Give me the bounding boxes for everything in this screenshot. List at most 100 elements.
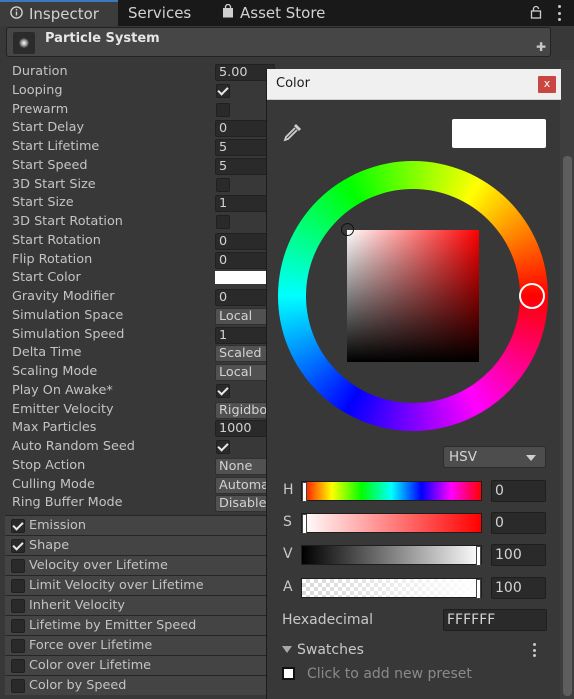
module-header[interactable]: Inherit Velocity [5,595,280,615]
sv-handle[interactable] [341,223,354,236]
property-label: Ring Buffer Mode [12,495,123,511]
preset-swatch[interactable] [282,667,295,680]
property-label: Duration [12,64,68,79]
property-checkbox[interactable] [216,102,230,117]
value-slider-knob[interactable] [476,546,481,566]
module-label: Lifetime by Emitter Speed [29,618,197,633]
property-label: Looping [12,82,63,98]
close-button[interactable]: x [538,76,556,93]
tab-inspector[interactable]: Inspector [0,0,118,26]
module-header[interactable]: Color by Speed [5,675,280,695]
property-row: Simulation Space Local [0,307,275,325]
property-label: Delta Time [12,345,82,361]
value-slider[interactable] [301,545,482,566]
swatches-foldout[interactable]: Swatches [282,642,364,658]
module-label: Emission [29,518,86,533]
property-checkbox[interactable] [216,83,230,98]
hue-handle[interactable] [519,283,545,309]
module-enable-checkbox[interactable] [11,619,25,633]
module-enable-checkbox[interactable] [11,659,25,673]
module-label: Color by Speed [29,678,127,693]
color-picker-titlebar[interactable]: Color x [267,69,561,100]
property-row: Play On Awake* [0,382,270,400]
module-enable-checkbox[interactable] [11,579,25,593]
slider-row-v: V 100 [267,543,561,567]
color-preview-swatch[interactable] [452,119,546,148]
property-row: Stop Action None [0,457,275,475]
alpha-gradient [302,579,481,597]
scrollbar-thumb[interactable] [563,156,572,696]
slider-label-a: A [283,579,293,595]
property-row: Gravity Modifier 0 [0,288,275,306]
hex-label: Hexadecimal [282,612,373,628]
saturation-slider[interactable] [301,513,482,534]
alpha-slider-knob[interactable] [476,579,481,599]
hue-slider-knob[interactable] [302,482,307,502]
module-enable-checkbox[interactable] [11,559,25,573]
tab-services[interactable]: Services [124,0,214,26]
slider-label-s: S [283,514,292,530]
property-row: 3D Start Size [0,176,270,194]
alpha-slider[interactable] [301,578,482,599]
module-enable-checkbox[interactable] [11,639,25,653]
property-row: Flip Rotation 0 [0,251,275,269]
alpha-value-field[interactable]: 100 [491,577,546,599]
module-header[interactable]: Lifetime by Emitter Speed [5,615,280,635]
particle-system-header[interactable]: Particle System ✚ [6,27,551,57]
module-enable-checkbox[interactable] [11,539,25,553]
saturation-value-field[interactable]: 0 [491,512,546,534]
module-enable-checkbox[interactable] [11,519,25,533]
module-label: Color over Lifetime [29,658,152,673]
module-enable-checkbox[interactable] [11,599,25,613]
property-row: Start Speed 5 [0,157,275,175]
property-label: Auto Random Seed [12,439,135,454]
module-header[interactable]: Shape [5,535,280,555]
module-label: Shape [29,538,70,553]
swatches-menu-icon[interactable] [532,643,536,657]
property-label: Start Delay [12,120,85,136]
saturation-value-square[interactable] [347,230,479,362]
property-checkbox[interactable] [216,383,230,398]
module-label: Limit Velocity over Lifetime [29,578,204,593]
module-enable-checkbox[interactable] [11,679,25,693]
property-row: Max Particles 1000 [0,419,275,438]
value-value-field[interactable]: 100 [491,544,546,566]
property-checkbox[interactable] [216,215,230,229]
add-curve-icon[interactable]: ✚ [536,40,546,54]
module-label: Velocity over Lifetime [29,558,168,573]
property-row: Start Size 1 [0,194,275,213]
property-row: Simulation Speed 1 [0,326,275,344]
eyedropper-icon[interactable] [282,121,304,143]
chevron-down-icon [526,455,536,461]
inspector-scrollbar[interactable] [560,60,574,699]
property-checkbox[interactable] [216,177,230,192]
more-options-icon[interactable] [554,5,564,21]
color-mode-dropdown[interactable]: HSV [443,446,546,468]
property-label: Start Rotation [12,232,101,248]
property-label: Simulation Speed [12,326,125,342]
shopping-bag-icon [222,3,234,22]
tab-label: Services [128,4,192,22]
property-row: Duration 5.00 [0,63,275,81]
module-header[interactable]: Force over Lifetime [5,635,280,655]
slider-row-a: A 100 [267,576,561,600]
hex-input[interactable]: FFFFFF [443,609,547,631]
property-label: 3D Start Rotation [12,214,123,229]
hue-slider[interactable] [301,481,482,502]
tab-asset-store[interactable]: Asset Store [222,0,332,26]
property-label: 3D Start Size [12,176,96,192]
module-header[interactable]: Emission [5,515,280,535]
saturation-slider-knob[interactable] [302,514,307,534]
add-preset-label[interactable]: Click to add new preset [307,666,472,682]
module-header[interactable]: Velocity over Lifetime [5,555,280,575]
lock-icon[interactable] [530,5,542,19]
module-header[interactable]: Color over Lifetime [5,655,280,675]
property-row: Emitter VelocityRigidbody [0,401,275,419]
module-header[interactable]: Limit Velocity over Lifetime [5,575,280,595]
slider-label-h: H [283,482,294,498]
hue-value-field[interactable]: 0 [491,480,546,502]
tab-label: Inspector [29,5,99,23]
property-label: Simulation Space [12,307,124,323]
property-checkbox[interactable] [216,440,230,454]
property-label: Scaling Mode [12,364,98,379]
